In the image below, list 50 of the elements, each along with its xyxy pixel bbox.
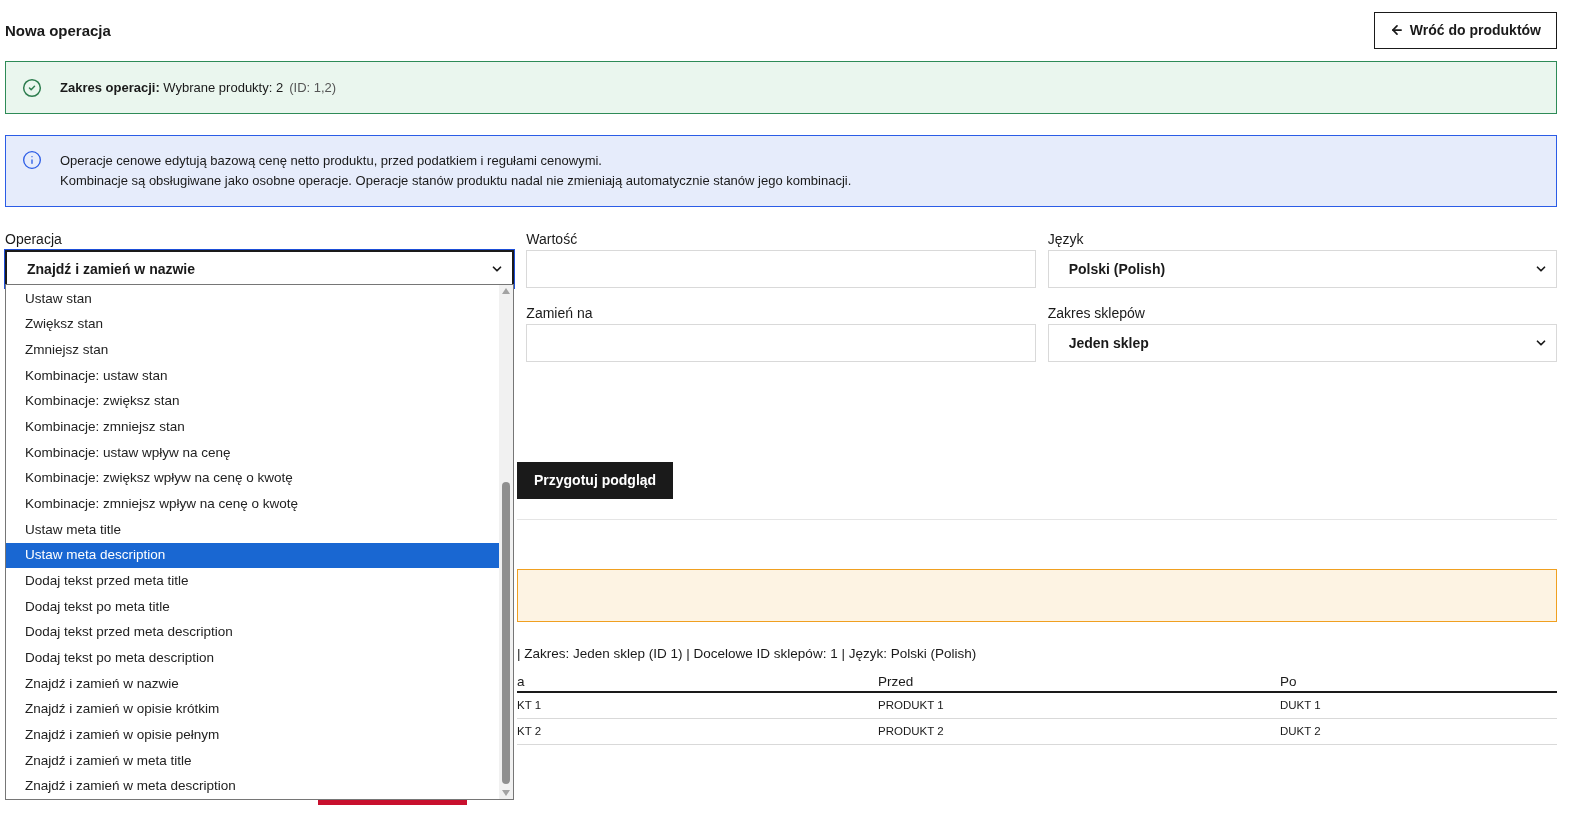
field-label: Operacja bbox=[5, 230, 63, 249]
table-cell-text: PRODUKT 2 bbox=[878, 723, 945, 739]
dropdown-option[interactable]: Kombinacje: zmniejsz stan bbox=[6, 414, 500, 440]
info-text: Kombinacje są obsługiwane jako osobne operacje. Operacje stanów produktu nadal nie zmieniają automatycznie stanów jego kombinacji. bbox=[60, 172, 852, 190]
input-field[interactable] bbox=[526, 250, 1036, 288]
table-cell-text: DUKT 2 bbox=[1280, 723, 1322, 739]
field-label: Zamień na bbox=[526, 304, 594, 323]
column-header: Przed bbox=[878, 673, 915, 691]
dropdown-option[interactable]: Znajdź i zamień w meta title bbox=[6, 747, 500, 774]
dropdown-option[interactable]: Ustaw meta description bbox=[6, 542, 500, 569]
dropdown-option[interactable]: Dodaj tekst po meta title bbox=[6, 593, 500, 620]
table-cell-text: PRODUKT 1 bbox=[878, 697, 945, 713]
scope-text: Zakres operacji: Wybrane produkty: 2 bbox=[60, 78, 284, 97]
dropdown-option[interactable]: Znajdź i zamień w opisie pełnym bbox=[6, 722, 500, 748]
dropdown-option[interactable]: Dodaj tekst przed meta title bbox=[6, 568, 500, 594]
summary-text: | Zakres: Jeden sklep (ID 1) | Docelowe ID sklepów: 1 | Język: Polski (Polish) bbox=[517, 645, 978, 663]
field-label: Wartość bbox=[526, 230, 579, 249]
input-field[interactable] bbox=[526, 324, 1036, 362]
scrollbar[interactable] bbox=[499, 285, 514, 799]
dropdown-option[interactable]: Kombinacje: ustaw wpływ na cenę bbox=[6, 439, 500, 466]
info-icon bbox=[22, 150, 42, 170]
select-field[interactable]: Jeden sklep bbox=[1047, 324, 1557, 362]
dropdown-option[interactable]: Kombinacje: zwiększ stan bbox=[6, 388, 500, 415]
column-header: Po bbox=[1280, 673, 1298, 691]
field-label: Język bbox=[1047, 230, 1085, 249]
select-field[interactable]: Polski (Polish) bbox=[1047, 250, 1557, 288]
dropdown-option[interactable]: Zmniejsz stan bbox=[6, 337, 500, 363]
dropdown-option[interactable]: Dodaj tekst przed meta description bbox=[6, 619, 500, 646]
dropdown-option[interactable]: Znajdź i zamień w meta description bbox=[6, 773, 500, 800]
dropdown-option[interactable]: Kombinacje: zmniejsz wpływ na cenę o kwotę bbox=[6, 491, 500, 517]
column-header: a bbox=[517, 673, 526, 691]
back-button[interactable]: Wróć do produktów bbox=[1373, 11, 1557, 49]
page-title: Nowa operacja bbox=[5, 20, 111, 41]
scope-ids: (ID: 1,2) bbox=[289, 78, 337, 97]
info-text: Operacje cenowe edytują bazową cenę netto produktu, przed podatkiem i regułami cenowymi. bbox=[60, 152, 603, 170]
field-label: Zakres sklepów bbox=[1047, 304, 1146, 323]
table-cell-text: KT 2 bbox=[517, 723, 543, 739]
table-cell-text: DUKT 1 bbox=[1280, 697, 1322, 713]
dropdown-option[interactable]: Dodaj tekst po meta description bbox=[6, 645, 500, 671]
table-cell-text: KT 1 bbox=[517, 697, 543, 713]
dropdown-option[interactable]: Ustaw stan bbox=[6, 286, 500, 312]
dropdown-option[interactable]: Znajdź i zamień w opisie krótkim bbox=[6, 696, 500, 723]
dropdown-option[interactable]: Znajdź i zamień w nazwie bbox=[6, 670, 500, 697]
arrow-left-icon bbox=[1389, 23, 1404, 37]
preview-button[interactable]: Przygotuj podgląd bbox=[517, 462, 674, 499]
dropdown-option[interactable]: Zwiększ stan bbox=[6, 311, 500, 338]
dropdown-option[interactable]: Kombinacje: ustaw stan bbox=[6, 362, 500, 389]
dropdown-option[interactable]: Kombinacje: zwiększ wpływ na cenę o kwotę bbox=[6, 465, 500, 492]
check-circle-icon bbox=[22, 77, 42, 98]
dropdown-option[interactable]: Ustaw meta title bbox=[6, 516, 500, 543]
